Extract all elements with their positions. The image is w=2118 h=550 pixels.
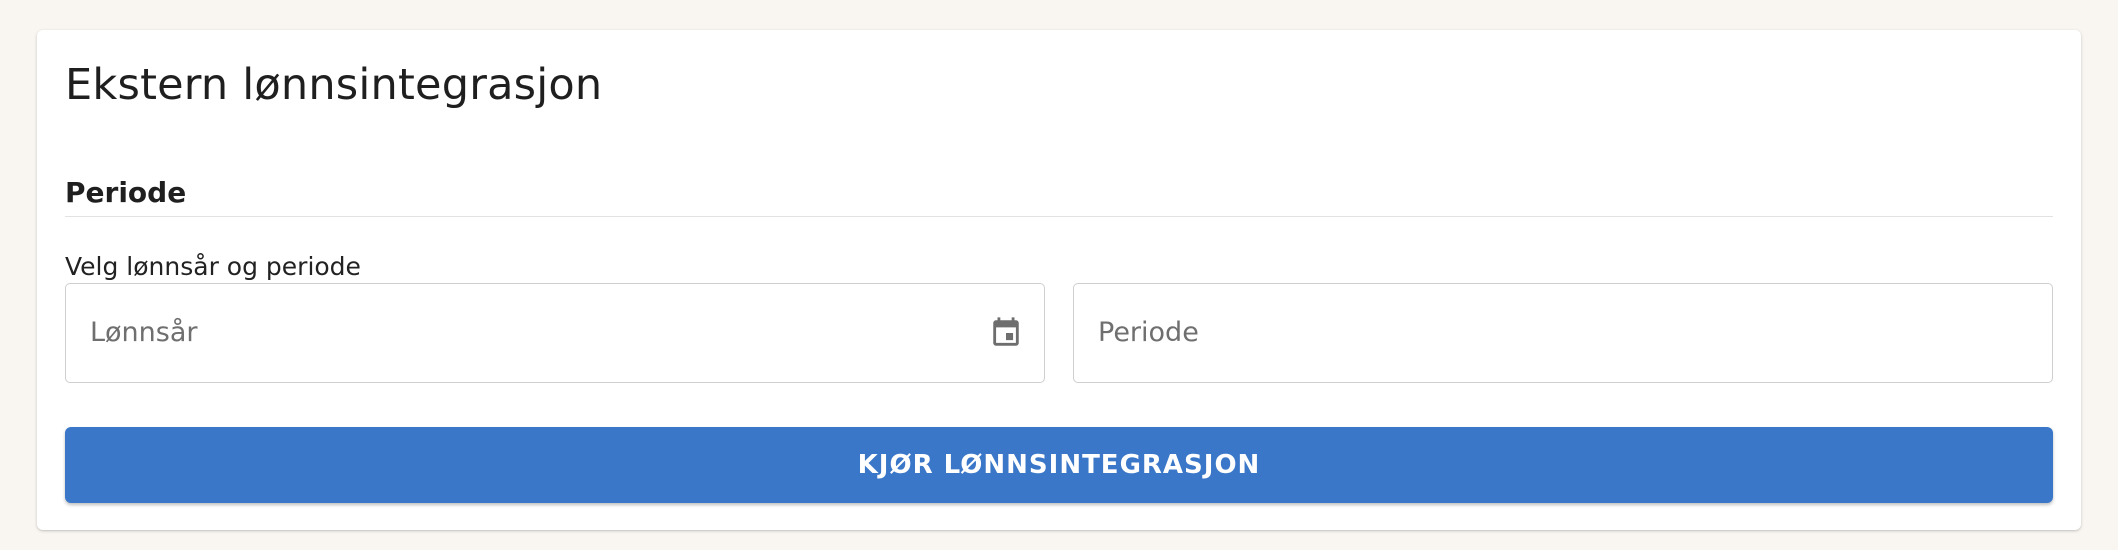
- period-section-heading: Periode: [65, 176, 187, 209]
- period-field[interactable]: Periode: [1073, 283, 2053, 383]
- period-helper-text: Velg lønnsår og periode: [65, 252, 361, 281]
- period-placeholder: Periode: [1098, 316, 1199, 348]
- payroll-integration-card: Ekstern lønnsintegrasjon Periode Velg lø…: [37, 30, 2081, 530]
- payroll-year-placeholder: Lønnsår: [90, 316, 198, 348]
- calendar-icon[interactable]: [986, 313, 1026, 353]
- run-payroll-integration-button[interactable]: KJØR LØNNSINTEGRASJON: [65, 427, 2053, 503]
- payroll-year-field[interactable]: Lønnsår: [65, 283, 1045, 383]
- page-title: Ekstern lønnsintegrasjon: [65, 60, 603, 110]
- section-divider: [65, 216, 2053, 217]
